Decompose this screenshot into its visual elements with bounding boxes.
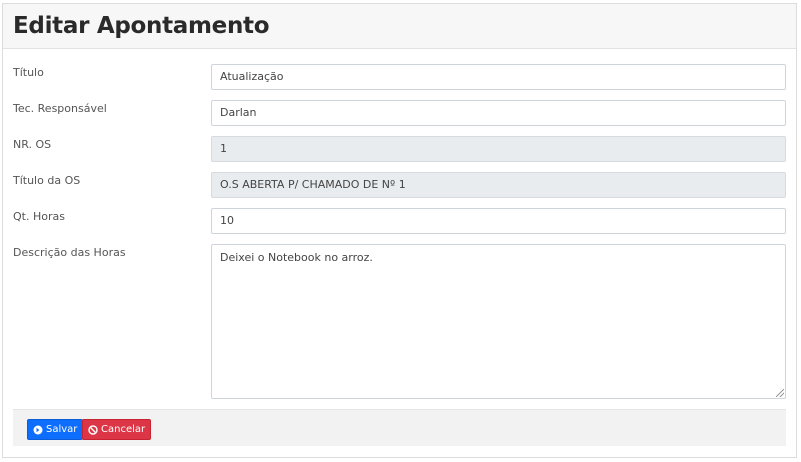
cancel-button-label: Cancelar [101, 424, 146, 435]
descricao-label: Descrição das Horas [13, 246, 126, 259]
qt-horas-label: Qt. Horas [13, 210, 65, 223]
resize-grip-icon[interactable] [776, 389, 784, 397]
save-button-label: Salvar [46, 424, 78, 435]
cancel-button[interactable]: Cancelar [82, 419, 152, 440]
arrow-circle-right-icon [33, 425, 43, 435]
nr-os-input: 1 [211, 136, 786, 162]
descricao-text: Deixei o Notebook no arroz. [220, 251, 373, 264]
titulo-label: Título [13, 66, 44, 79]
qt-horas-input[interactable]: 10 [211, 208, 786, 234]
titulo-input[interactable]: Atualização [211, 64, 786, 90]
nr-os-label: NR. OS [13, 138, 52, 151]
card-header: Editar Apontamento [3, 4, 796, 49]
page-title: Editar Apontamento [13, 13, 270, 39]
edit-appointment-card: Editar Apontamento Título Atualização Te… [2, 3, 797, 458]
descricao-textarea[interactable]: Deixei o Notebook no arroz. [211, 244, 786, 399]
form-footer: Salvar Cancelar [13, 409, 786, 446]
tecnico-input[interactable]: Darlan [211, 100, 786, 126]
titulo-os-input: O.S ABERTA P/ CHAMADO DE Nº 1 [211, 172, 786, 198]
titulo-os-label: Título da OS [13, 174, 81, 187]
ban-icon [88, 424, 98, 435]
save-button[interactable]: Salvar [27, 419, 84, 440]
tecnico-label: Tec. Responsável [13, 102, 107, 115]
